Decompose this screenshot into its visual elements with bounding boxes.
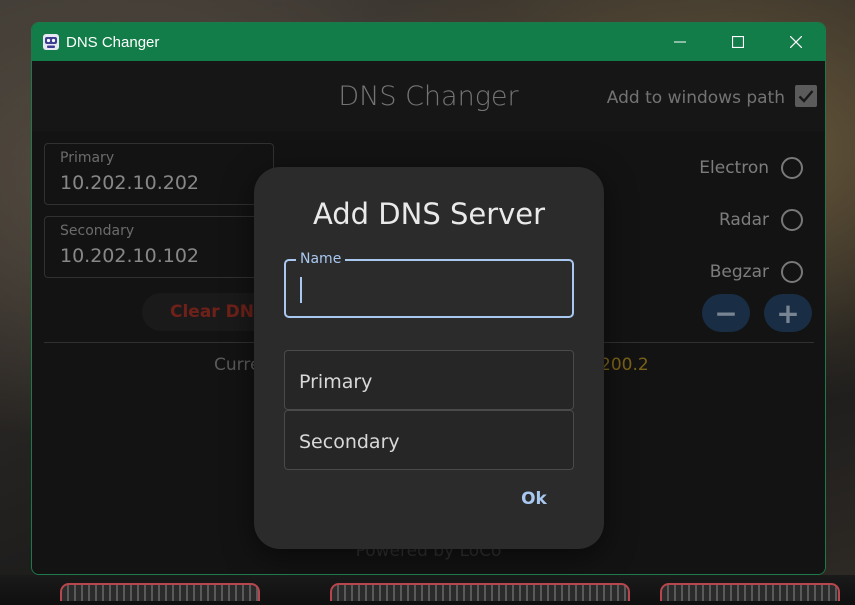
maximize-icon (732, 36, 744, 48)
close-button[interactable] (767, 23, 825, 61)
server-name-input[interactable] (298, 273, 558, 305)
server-name-field[interactable]: Name (284, 251, 574, 318)
primary-dns-input[interactable]: Primary (284, 350, 574, 410)
app-logo-icon (42, 33, 60, 51)
secondary-dns-placeholder: Secondary (299, 431, 400, 453)
minimize-button[interactable] (651, 23, 709, 61)
secondary-dns-input[interactable]: Secondary (284, 410, 574, 470)
app-window: DNS Changer DNS Changer Add to windows p… (31, 22, 826, 575)
add-dns-dialog: Add DNS Server Name Primary Secondary Ok (254, 167, 604, 549)
maximize-button[interactable] (709, 23, 767, 61)
window-controls (651, 23, 825, 61)
close-icon (790, 36, 802, 48)
primary-dns-placeholder: Primary (299, 371, 373, 393)
minimize-icon (674, 41, 686, 43)
backdrop-vent-center (330, 583, 630, 601)
server-name-label: Name (296, 251, 346, 267)
window-title: DNS Changer (66, 33, 160, 51)
ok-button[interactable]: Ok (504, 484, 564, 514)
title-bar[interactable]: DNS Changer (32, 23, 825, 61)
modal-overlay[interactable]: Add DNS Server Name Primary Secondary Ok (32, 61, 825, 574)
backdrop-vent-right (660, 583, 840, 601)
desktop-backdrop (0, 575, 855, 605)
backdrop-vent-left (60, 583, 260, 601)
dialog-title: Add DNS Server (312, 197, 546, 231)
